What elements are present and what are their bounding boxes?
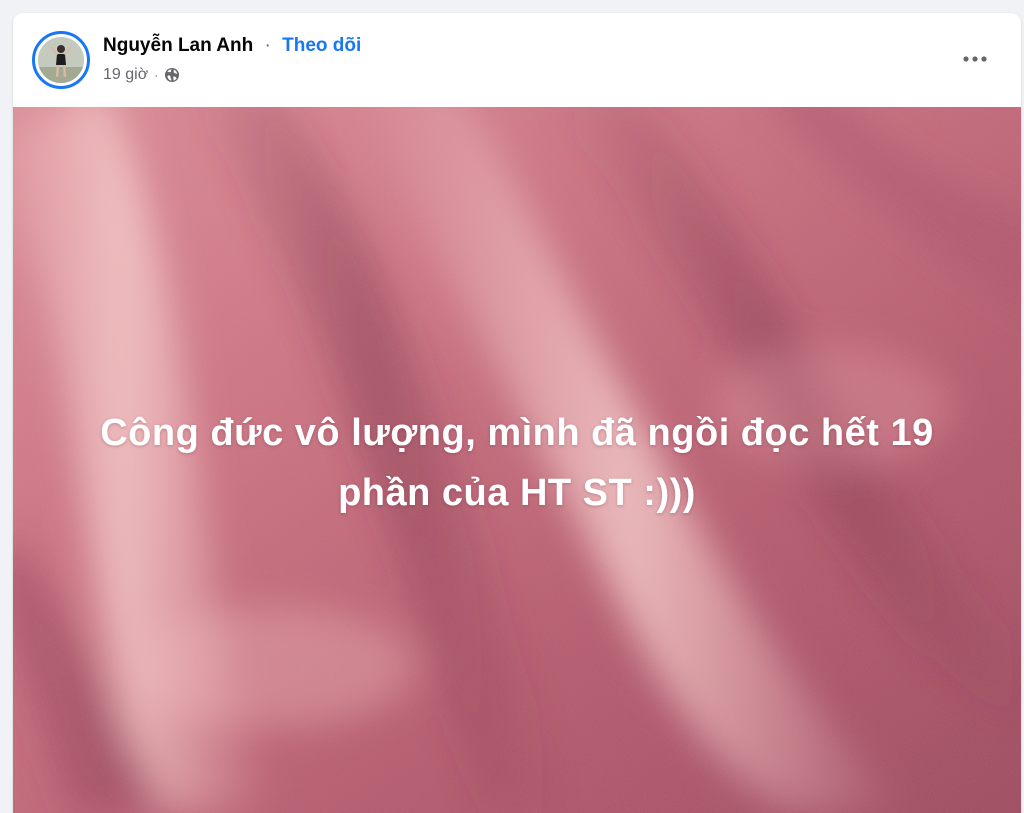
post-meta: 19 giờ ·: [103, 65, 180, 85]
post-header: Nguyễn Lan Anh · Theo dõi 19 giờ ·: [13, 13, 1021, 107]
more-horizontal-icon: [963, 56, 987, 62]
globe-icon[interactable]: [164, 67, 180, 83]
author-name[interactable]: Nguyễn Lan Anh: [103, 35, 253, 56]
follow-button[interactable]: Theo dõi: [282, 35, 361, 56]
avatar-person-icon: [38, 37, 84, 83]
post-card: Nguyễn Lan Anh · Theo dõi 19 giờ · Công …: [13, 13, 1021, 813]
meta-separator: ·: [154, 68, 159, 82]
author-line: Nguyễn Lan Anh · Theo dõi: [103, 34, 361, 58]
header-separator: ·: [264, 35, 271, 56]
more-options-button[interactable]: [955, 41, 995, 77]
post-text: Công đức vô lượng, mình đã ngồi đọc hết …: [100, 412, 934, 514]
post-content[interactable]: Công đức vô lượng, mình đã ngồi đọc hết …: [13, 107, 1021, 813]
author-avatar[interactable]: [32, 31, 90, 89]
avatar-photo: [38, 37, 84, 83]
post-timestamp[interactable]: 19 giờ: [103, 65, 148, 85]
